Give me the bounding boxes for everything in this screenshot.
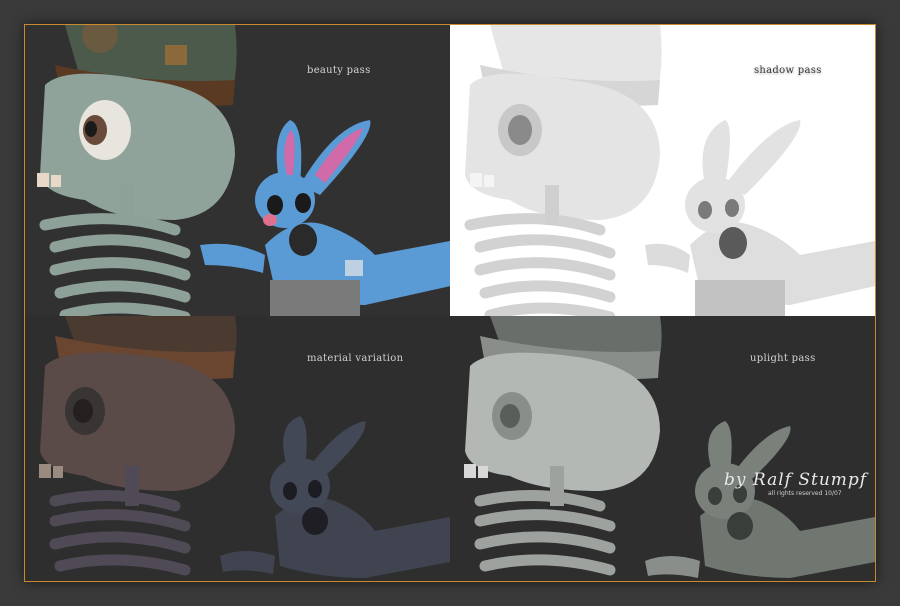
material-variation-label: material variation [307, 353, 404, 364]
beauty-pass-label: beauty pass [307, 65, 371, 76]
shadow-rabbit [645, 120, 875, 305]
material-variation-panel: material variation [25, 316, 450, 581]
uplight-rabbit [645, 421, 875, 578]
blue-rabbit [200, 120, 450, 305]
uplight-pass-panel: uplight pass [450, 316, 875, 581]
beauty-pass-panel: beauty pass [25, 25, 450, 316]
shadow-pass-label: shadow pass [754, 65, 822, 76]
uplight-pass-label: uplight pass [750, 353, 816, 364]
shadow-pass-panel: shadow pass [450, 25, 875, 316]
copyright-text: all rights reserved 10/07 [768, 490, 842, 497]
render-comparison-frame: beauty pass shadow pass material variati… [24, 24, 876, 582]
dark-rabbit [220, 416, 450, 578]
artist-signature: by Ralf Stumpf [724, 470, 868, 490]
beauty-pass-render [37, 25, 450, 316]
